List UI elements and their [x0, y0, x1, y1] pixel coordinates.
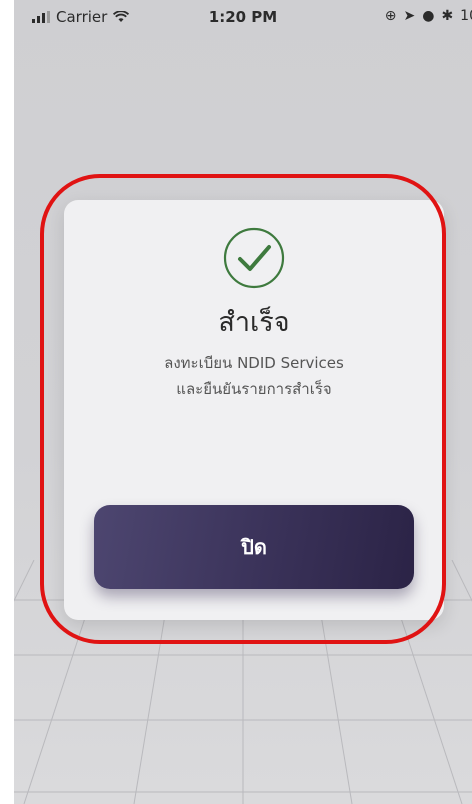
screen-lock-icon: ⊕ — [384, 8, 397, 24]
status-bar: Carrier 1:20 PM ⊕ ➤ ● ✱ 10 — [14, 0, 472, 34]
bluetooth-icon: ✱ — [441, 8, 454, 24]
alarm-icon: ● — [422, 8, 435, 24]
highlight-annotation — [40, 174, 446, 644]
location-icon: ➤ — [403, 8, 416, 24]
battery-percent: 10 — [460, 8, 472, 24]
phone-screen: Carrier 1:20 PM ⊕ ➤ ● ✱ 10 — [14, 0, 472, 804]
status-bar-right: ⊕ ➤ ● ✱ 10 — [385, 8, 472, 24]
